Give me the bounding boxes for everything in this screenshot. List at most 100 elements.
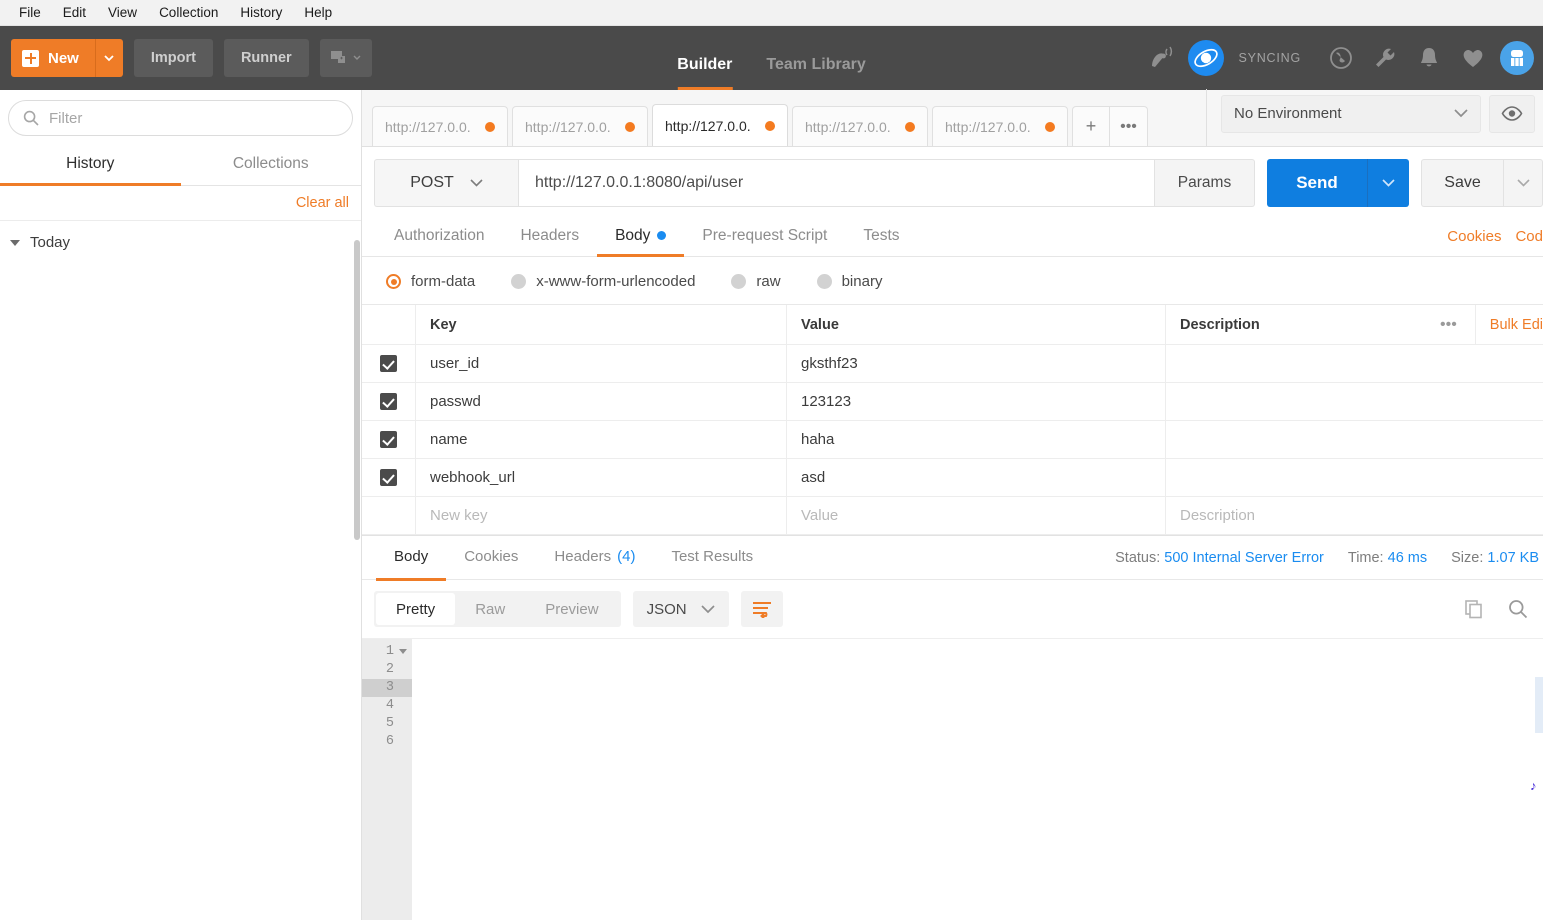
request-tab-4[interactable]: http://127.0.0.: [792, 106, 928, 146]
code-link[interactable]: Cod: [1515, 228, 1543, 245]
row-checkbox-cell[interactable]: [362, 459, 416, 496]
globe-button[interactable]: [1319, 26, 1363, 90]
request-tab-2[interactable]: http://127.0.0.: [512, 106, 648, 146]
url-input-container[interactable]: [518, 159, 1155, 207]
response-code-content[interactable]: ♪: [412, 639, 1543, 920]
notifications-button[interactable]: [1407, 26, 1451, 90]
checkbox-checked-icon[interactable]: [380, 431, 397, 448]
row-description[interactable]: [1166, 383, 1543, 420]
row-checkbox-cell[interactable]: [362, 383, 416, 420]
row-value[interactable]: haha: [787, 421, 1166, 458]
table-new-row[interactable]: New key Value Description: [362, 497, 1543, 535]
new-tab-button[interactable]: +: [1072, 106, 1110, 146]
row-description[interactable]: [1166, 421, 1543, 458]
menu-item-history[interactable]: History: [229, 3, 293, 23]
search-response-button[interactable]: [1503, 594, 1533, 624]
checkbox-checked-icon[interactable]: [380, 393, 397, 410]
request-tab-3[interactable]: http://127.0.0.: [652, 104, 788, 146]
response-tab-test-results[interactable]: Test Results: [653, 536, 771, 581]
row-value[interactable]: asd: [787, 459, 1166, 496]
row-value[interactable]: gksthf23: [787, 345, 1166, 382]
environment-quick-look-button[interactable]: [1489, 94, 1535, 133]
settings-button[interactable]: [1363, 26, 1407, 90]
table-more-button[interactable]: •••: [1422, 305, 1476, 344]
radio-raw[interactable]: raw: [731, 273, 781, 290]
table-row[interactable]: name haha: [362, 421, 1543, 459]
tab-pre-request-script[interactable]: Pre-request Script: [684, 217, 845, 257]
menu-item-view[interactable]: View: [97, 3, 148, 23]
user-account-button[interactable]: [1495, 26, 1539, 90]
sidebar-tab-history[interactable]: History: [0, 144, 181, 186]
view-mode-pretty[interactable]: Pretty: [376, 593, 456, 625]
clear-all-button[interactable]: Clear all: [296, 195, 349, 211]
view-mode-preview[interactable]: Preview: [525, 593, 618, 625]
filter-box[interactable]: [8, 100, 353, 136]
checkbox-checked-icon[interactable]: [380, 469, 397, 486]
url-input[interactable]: [535, 174, 1138, 192]
tab-authorization[interactable]: Authorization: [376, 217, 502, 257]
params-button[interactable]: Params: [1155, 159, 1255, 207]
sync-status-button[interactable]: [1184, 26, 1228, 90]
row-value[interactable]: 123123: [787, 383, 1166, 420]
save-options-button[interactable]: [1503, 159, 1543, 207]
cookies-link[interactable]: Cookies: [1447, 228, 1501, 245]
new-row-description-input[interactable]: Description: [1166, 497, 1543, 534]
response-format-selector[interactable]: JSON: [632, 591, 729, 627]
request-tab-1[interactable]: http://127.0.0.: [372, 106, 508, 146]
new-button[interactable]: New: [11, 39, 95, 77]
row-checkbox-cell[interactable]: [362, 421, 416, 458]
http-method-selector[interactable]: POST: [374, 159, 518, 207]
radio-x-www-form-urlencoded[interactable]: x-www-form-urlencoded: [511, 273, 695, 290]
tab-body[interactable]: Body: [597, 217, 685, 257]
new-dropdown-button[interactable]: [94, 39, 123, 77]
sidebar-scrollbar[interactable]: [354, 240, 360, 540]
bulk-edit-button[interactable]: Bulk Edi: [1476, 317, 1543, 333]
tab-team-library[interactable]: Team Library: [766, 56, 865, 90]
copy-button[interactable]: [1459, 594, 1489, 624]
table-row[interactable]: passwd 123123: [362, 383, 1543, 421]
send-options-button[interactable]: [1367, 159, 1409, 207]
row-description[interactable]: [1166, 345, 1543, 382]
environment-selector[interactable]: No Environment: [1221, 94, 1481, 133]
view-mode-raw[interactable]: Raw: [455, 593, 525, 625]
checkbox-checked-icon[interactable]: [380, 355, 397, 372]
row-key[interactable]: user_id: [416, 345, 787, 382]
tabs-more-button[interactable]: •••: [1110, 106, 1148, 146]
new-row-value-input[interactable]: Value: [787, 497, 1166, 534]
radio-binary[interactable]: binary: [816, 273, 882, 290]
row-key[interactable]: passwd: [416, 383, 787, 420]
search-input[interactable]: [49, 109, 338, 127]
table-row[interactable]: user_id gksthf23: [362, 345, 1543, 383]
new-row-key-input[interactable]: New key: [416, 497, 787, 534]
tab-headers[interactable]: Headers: [502, 217, 597, 257]
send-button[interactable]: Send: [1267, 159, 1367, 207]
save-button[interactable]: Save: [1421, 159, 1503, 207]
response-tab-body[interactable]: Body: [376, 536, 447, 581]
sidebar-tab-collections[interactable]: Collections: [181, 144, 362, 186]
new-window-button[interactable]: [319, 39, 372, 77]
response-tab-headers[interactable]: Headers (4): [536, 536, 653, 581]
row-description[interactable]: [1166, 459, 1543, 496]
favorites-button[interactable]: [1451, 26, 1495, 90]
menu-item-edit[interactable]: Edit: [52, 3, 97, 23]
row-key[interactable]: webhook_url: [416, 459, 787, 496]
runner-button[interactable]: Runner: [223, 39, 309, 77]
response-vertical-scrollbar[interactable]: [1535, 677, 1543, 733]
radio-form-data[interactable]: form-data: [386, 273, 475, 290]
row-key[interactable]: name: [416, 421, 787, 458]
import-button[interactable]: Import: [133, 39, 213, 77]
fold-arrow-icon[interactable]: [399, 649, 407, 654]
menu-item-collection[interactable]: Collection: [148, 3, 229, 23]
tab-tests[interactable]: Tests: [845, 217, 917, 257]
row-checkbox-cell[interactable]: [362, 345, 416, 382]
satellite-dish-button[interactable]: [1140, 26, 1184, 90]
history-group-today[interactable]: Today: [0, 221, 361, 251]
word-wrap-button[interactable]: [740, 591, 783, 627]
response-tab-cookies[interactable]: Cookies: [446, 536, 536, 581]
menu-item-help[interactable]: Help: [293, 3, 343, 23]
menu-item-file[interactable]: File: [8, 3, 52, 23]
table-row[interactable]: webhook_url asd: [362, 459, 1543, 497]
response-body-editor[interactable]: 1 2 3 4 5 6 7 8: [362, 638, 1543, 920]
tab-builder[interactable]: Builder: [677, 56, 733, 90]
request-tab-5[interactable]: http://127.0.0.: [932, 106, 1068, 146]
